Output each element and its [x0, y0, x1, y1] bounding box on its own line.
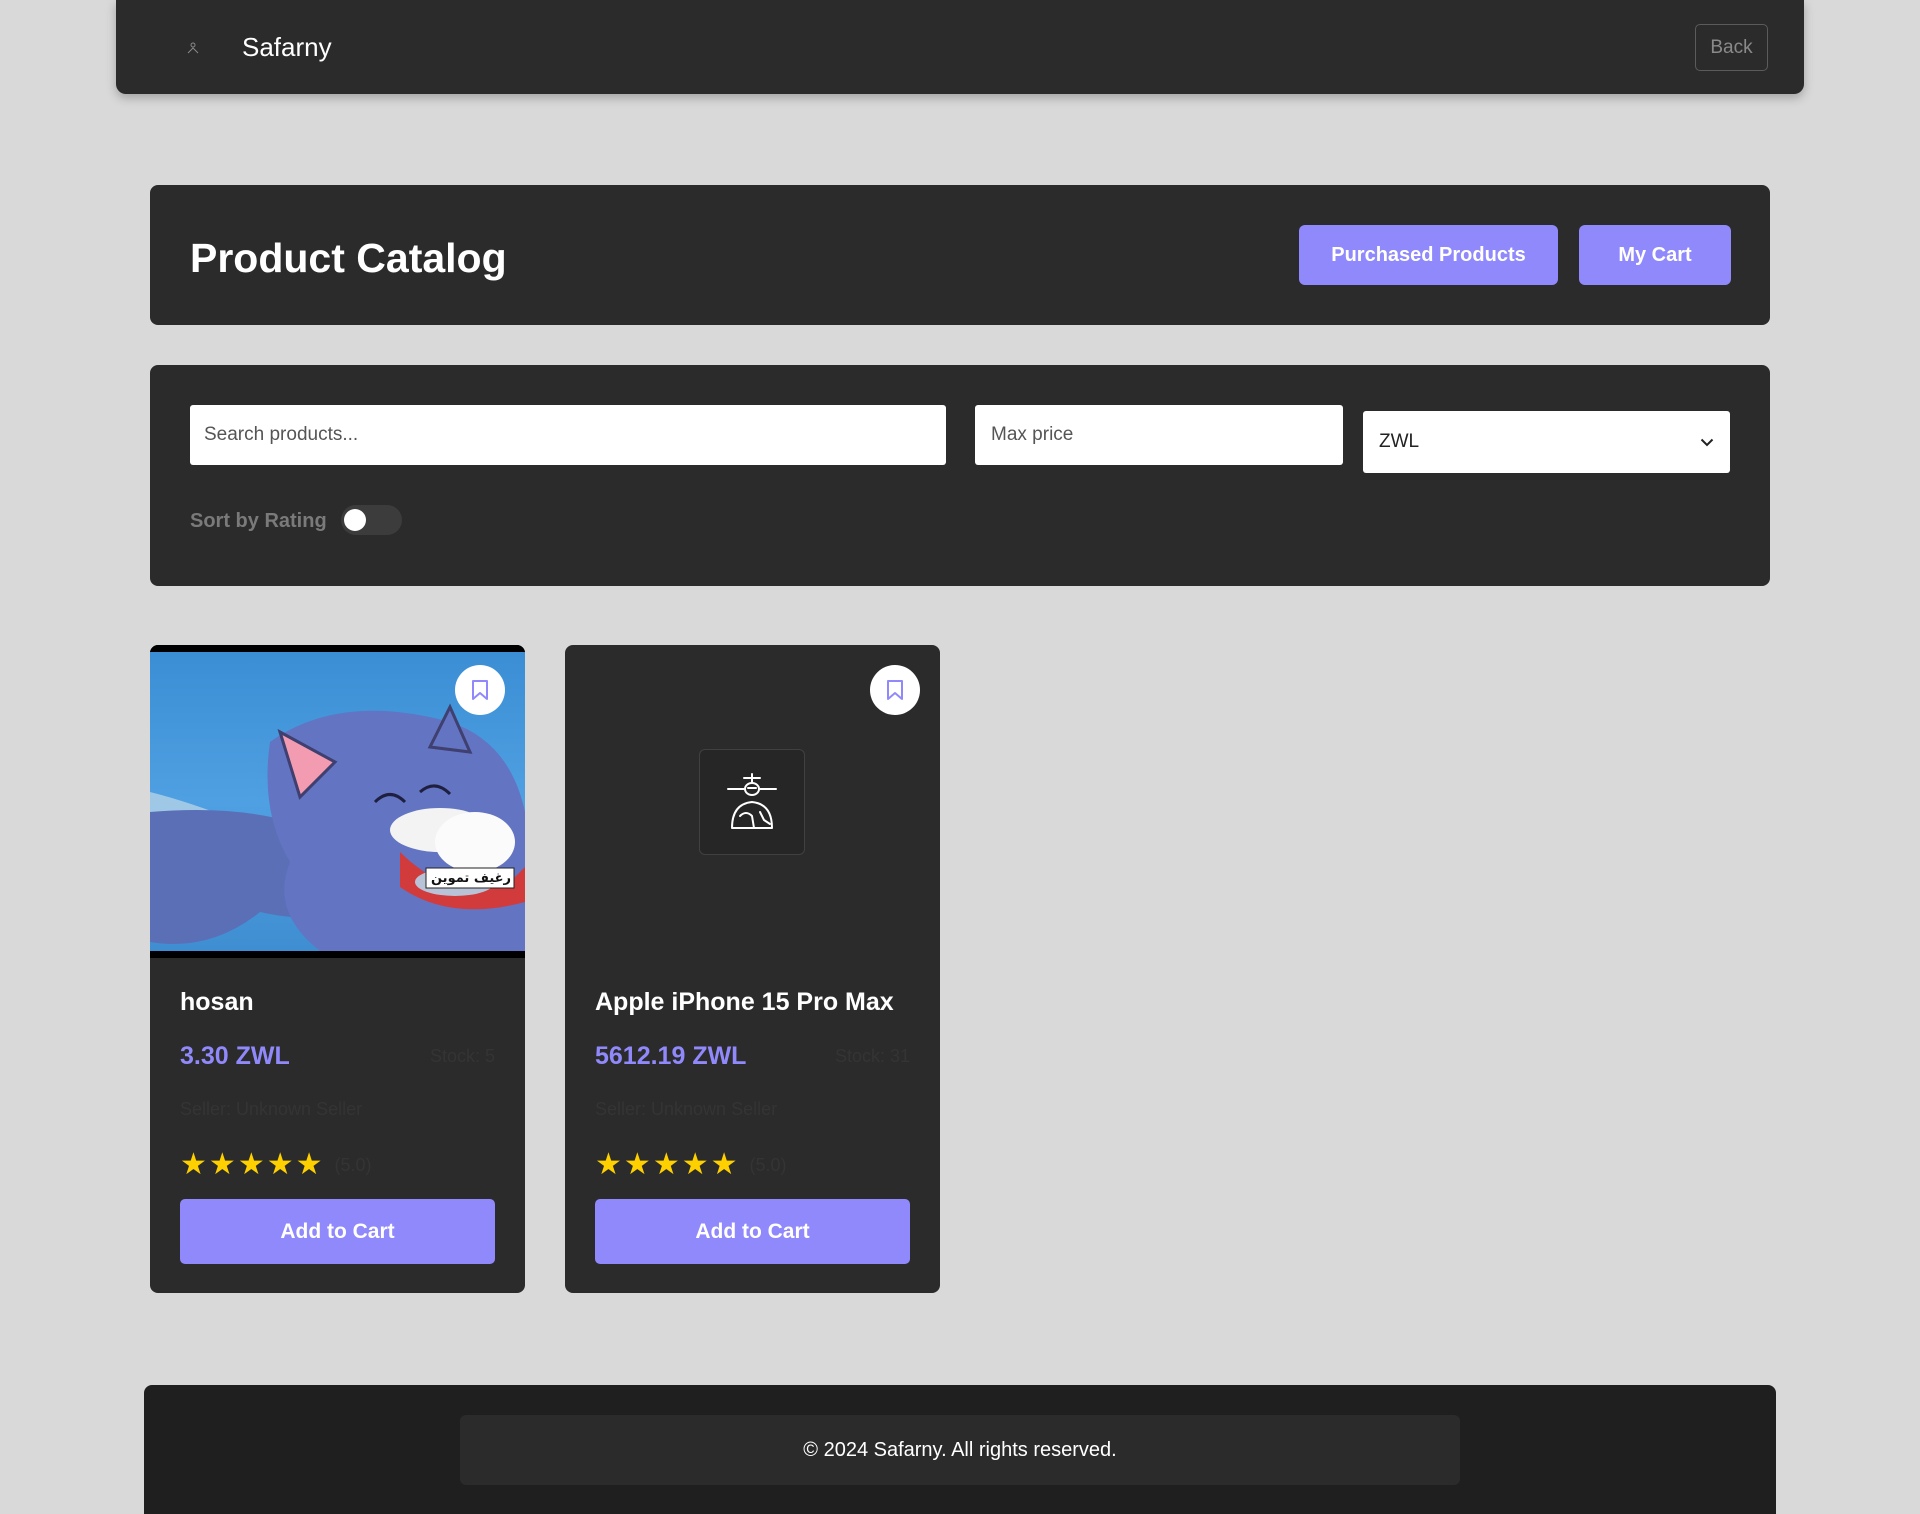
product-image[interactable]: [565, 645, 940, 958]
product-rating: ★ ★ ★ ★ ★ (5.0): [180, 1150, 372, 1180]
bookmark-icon: [887, 680, 903, 700]
product-name[interactable]: hosan: [180, 988, 254, 1017]
currency-select[interactable]: ZWL: [1363, 411, 1730, 473]
rating-value: (5.0): [334, 1154, 372, 1175]
product-price: 5612.19 ZWL: [595, 1042, 747, 1070]
travel-placeholder-icon: [727, 773, 777, 829]
product-stock: Stock: 31: [834, 1046, 910, 1066]
product-price: 3.30 ZWL: [180, 1042, 290, 1070]
footer: © 2024 Safarny. All rights reserved.: [144, 1385, 1776, 1514]
product-image[interactable]: رغيف تموين: [150, 645, 525, 958]
product-card[interactable]: رغيف تموين hosan 3.30 ZWL Stock: 5 Selle…: [150, 645, 525, 1293]
star-icon: ★: [681, 1148, 709, 1181]
product-name[interactable]: Apple iPhone 15 Pro Max: [595, 988, 894, 1017]
back-button[interactable]: Back: [1695, 24, 1768, 71]
sort-by-rating-label: Sort by Rating: [190, 510, 327, 532]
star-icon: ★: [180, 1148, 207, 1181]
filter-panel: Search products... Max price ZWL Sort by…: [150, 365, 1770, 586]
bookmark-button[interactable]: [455, 665, 505, 715]
star-icon: ★: [208, 1148, 236, 1181]
star-icon: ★: [652, 1148, 680, 1181]
placeholder-image: [699, 749, 805, 855]
bookmark-button[interactable]: [870, 665, 920, 715]
product-card[interactable]: Apple iPhone 15 Pro Max 5612.19 ZWL Stoc…: [565, 645, 940, 1293]
currency-selected-value: ZWL: [1379, 431, 1420, 452]
max-price-input[interactable]: Max price: [975, 405, 1343, 465]
logo-icon[interactable]: [182, 37, 204, 59]
product-rating: ★ ★ ★ ★ ★ (5.0): [595, 1150, 787, 1180]
sort-by-rating-toggle[interactable]: [341, 505, 402, 535]
star-icon: ★: [295, 1148, 323, 1181]
star-icon: ★: [595, 1148, 622, 1181]
toggle-knob: [344, 509, 366, 531]
footer-copyright: © 2024 Safarny. All rights reserved.: [460, 1415, 1460, 1485]
product-stock: Stock: 5: [429, 1046, 495, 1066]
image-caption: رغيف تموين: [430, 870, 511, 886]
my-cart-button[interactable]: My Cart: [1579, 225, 1731, 285]
rating-value: (5.0): [749, 1154, 787, 1175]
star-icon: ★: [710, 1148, 738, 1181]
catalog-header: Product Catalog Purchased Products My Ca…: [150, 185, 1770, 325]
add-to-cart-button[interactable]: Add to Cart: [595, 1199, 910, 1264]
brand-name[interactable]: Safarny: [242, 32, 332, 63]
chevron-down-icon: [1700, 431, 1714, 453]
product-seller: Seller: Unknown Seller: [180, 1099, 363, 1119]
star-icon: ★: [623, 1148, 651, 1181]
navbar: Safarny Back: [116, 0, 1804, 94]
page-title: Product Catalog: [190, 235, 507, 281]
purchased-products-button[interactable]: Purchased Products: [1299, 225, 1558, 285]
add-to-cart-button[interactable]: Add to Cart: [180, 1199, 495, 1264]
bookmark-icon: [472, 680, 488, 700]
star-icon: ★: [266, 1148, 294, 1181]
product-seller: Seller: Unknown Seller: [595, 1099, 778, 1119]
search-input[interactable]: Search products...: [190, 405, 946, 465]
star-icon: ★: [237, 1148, 265, 1181]
